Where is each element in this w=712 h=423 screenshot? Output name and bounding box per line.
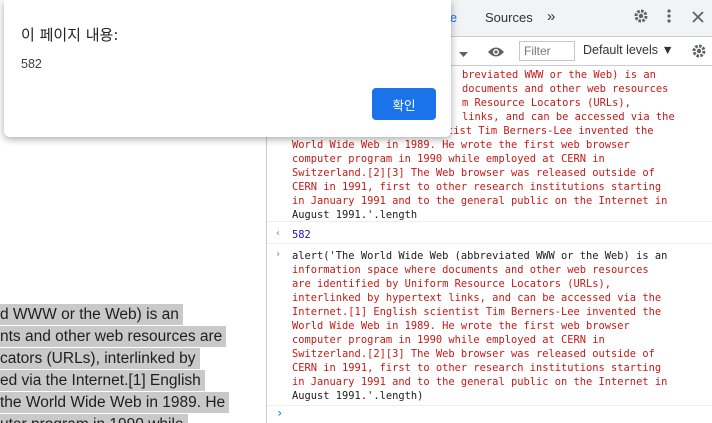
console-code-line: Internet.[1] English scientist Tim Berne… xyxy=(292,306,662,318)
console-code-line: World Wide Web in 1989. He wrote the fir… xyxy=(292,320,630,332)
selected-text-line: nts and other web resources are xyxy=(0,326,227,347)
console-prompt-icon[interactable]: › xyxy=(276,406,283,420)
selected-text-line: the World Wide Web in 1989. He xyxy=(0,392,230,413)
console-code-line: breviated WWW or the Web) is an xyxy=(462,69,656,81)
console-code-line: computer program in 1990 while employed … xyxy=(292,153,605,165)
console-code-line: alert('The World Wide Web (abbreviated W… xyxy=(292,250,668,262)
console-code-line: Switzerland.[2][3] The Web browser was r… xyxy=(292,167,655,179)
console-code-line: m Resource Locators (URLs), xyxy=(462,97,631,109)
console-code-line: documents and other web resources xyxy=(462,83,669,95)
console-code-line: are identified by Uniform Resource Locat… xyxy=(292,278,612,290)
settings-gear-icon[interactable] xyxy=(633,8,649,29)
ok-button[interactable]: 확인 xyxy=(372,88,436,120)
input-arrow-icon: › xyxy=(275,249,282,260)
console-code-line: links, and can be accessed via the xyxy=(462,111,675,123)
console-result-value: 582 xyxy=(292,229,311,241)
default-levels-dropdown[interactable]: Default levels ▼ xyxy=(583,43,674,57)
console-code-line: CERN in 1991, first to other research in… xyxy=(292,362,662,374)
console-code-line: computer program in 1990 while employed … xyxy=(292,334,605,346)
more-tabs-icon[interactable]: » xyxy=(547,8,555,25)
console-code-line: August 1991.'.length) xyxy=(292,390,424,402)
more-options-icon[interactable] xyxy=(666,8,672,29)
console-code-line: interlinked by hypertext links, and can … xyxy=(292,292,662,304)
dialog-message: 582 xyxy=(21,57,42,71)
console-code-line: in January 1991 and to the general publi… xyxy=(292,376,668,388)
console-entry: › alert('The World Wide Web (abbreviated… xyxy=(267,246,712,406)
tab-sources[interactable]: Sources xyxy=(485,10,533,25)
console-code-line: World Wide Web in 1989. He wrote the fir… xyxy=(292,139,630,151)
console-code-line: August 1991.'.length xyxy=(292,209,418,221)
console-code-line: Switzerland.[2][3] The Web browser was r… xyxy=(292,348,655,360)
console-result: ‹ 582 xyxy=(267,226,712,244)
console-code-line: information space where documents and ot… xyxy=(292,264,649,276)
selected-text-line: uter program in 1990 while xyxy=(0,414,188,423)
selected-text-line: cators (URLs), interlinked by xyxy=(0,348,200,369)
console-code-line: CERN in 1991, first to other research in… xyxy=(292,181,662,193)
close-icon[interactable] xyxy=(692,8,704,28)
result-arrow-icon: ‹ xyxy=(275,228,282,239)
context-dropdown-chevron-icon[interactable] xyxy=(459,44,468,63)
eye-icon[interactable] xyxy=(487,44,505,63)
selected-text-line: ed via the Internet.[1] English xyxy=(0,370,205,391)
console-code-line: in January 1991 and to the general publi… xyxy=(292,195,668,207)
dialog-title: 이 페이지 내용: xyxy=(21,26,119,44)
filter-input[interactable] xyxy=(519,41,575,61)
alert-dialog: 이 페이지 내용: 582 확인 xyxy=(4,0,451,137)
console-settings-gear-icon[interactable] xyxy=(691,43,707,63)
console-code-line: cientist Tim Berners-Lee invented the xyxy=(422,125,654,137)
selected-text-line: d WWW or the Web) is an xyxy=(0,304,183,325)
